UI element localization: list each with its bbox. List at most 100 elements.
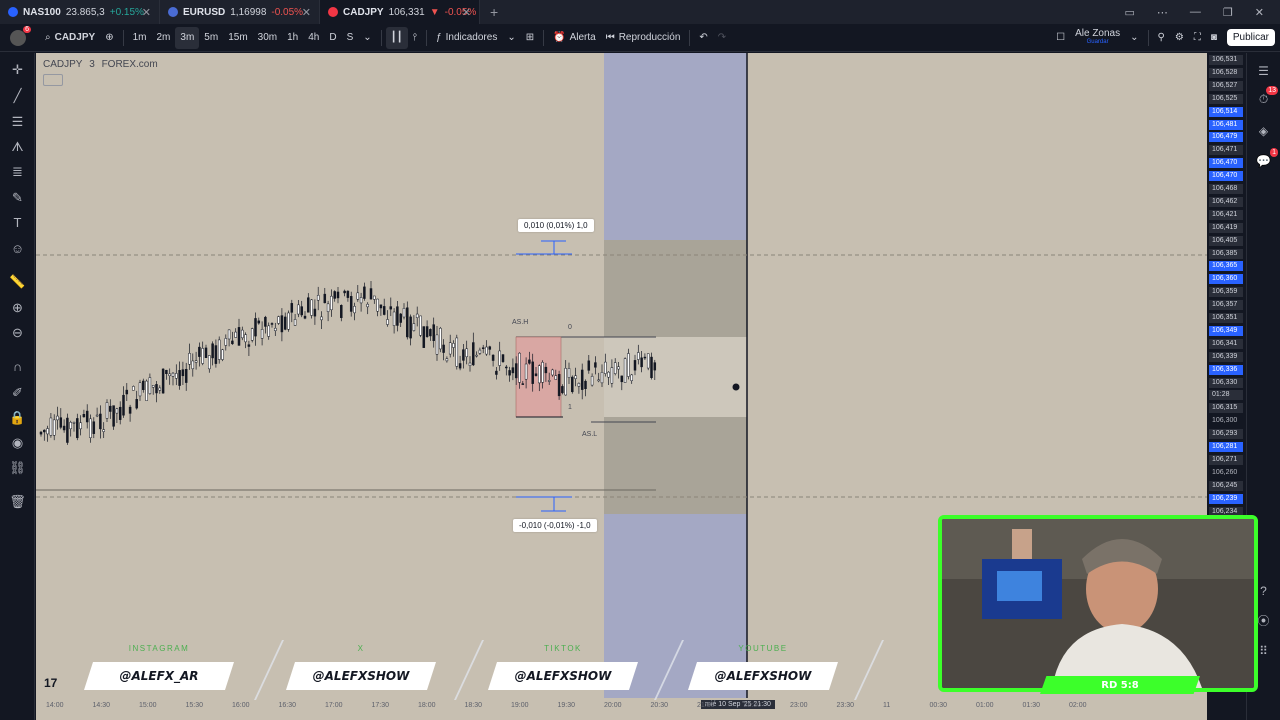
close-icon[interactable]: ✕ [462,6,471,19]
candle-body [646,353,650,369]
settings-gear-icon[interactable]: ⚙ [1170,27,1189,49]
new-tab-plus-icon[interactable]: + [480,4,508,20]
trendline-icon[interactable]: ╱ [9,87,26,104]
brush-icon[interactable]: ✎ [9,189,26,206]
ruler-icon[interactable]: 📏 [9,273,26,290]
minimize-icon[interactable]: — [1190,6,1201,18]
tab-change: +0.15% [109,6,144,18]
candle-body [363,286,366,299]
tab-symbol: NAS100 [23,6,61,18]
tab-cadjpy[interactable]: CADJPY 106,331 ▼ -0.05% ✕ [320,0,480,24]
timeframe-15m[interactable]: 15m [223,27,252,49]
candle-body [56,415,59,421]
candle-body [627,353,630,377]
candle-body [485,346,488,355]
candle-body [653,362,657,371]
chevron-down-icon[interactable]: ⌄ [1125,27,1143,49]
redo-icon[interactable]: ↷ [713,27,731,49]
candle-body [343,290,346,294]
legend-symbol: CADJPY [43,59,83,70]
price-label: 01:28 [1209,390,1243,401]
close-icon[interactable]: ✕ [142,6,151,19]
candles-icon[interactable]: ┃┃ [385,26,408,49]
templates-icon[interactable]: ⌄ [502,27,520,49]
x-title: X [357,644,365,653]
top-toolbar: 6 ⌕ CADJPY ⊕ 1m 2m 3m 5m 15m 30m 1h 4h D S ⌄ ┃┃ ⫯… [0,24,1280,52]
symbol-search[interactable]: ⌕ CADJPY [40,27,100,49]
magnet-icon[interactable]: ∩ [9,358,26,375]
layers-icon[interactable]: ◈ [1255,123,1272,140]
emoji-icon[interactable]: ☺ [9,240,26,257]
candle-body [270,323,274,325]
zoom-in-icon[interactable]: ⊕ [9,299,26,316]
timeframe-D[interactable]: D [324,27,341,49]
timeframe-1h[interactable]: 1h [282,27,303,49]
timeframe-2m[interactable]: 2m [151,27,175,49]
lock-icon[interactable]: 🔒 [9,409,26,426]
chart-type-icon[interactable]: ⫯ [408,27,422,49]
timeframe-4h[interactable]: 4h [303,27,324,49]
chevron-down-icon[interactable]: ⌄ [358,27,376,49]
price-label: 106,260 [1212,468,1238,476]
chat-icon[interactable]: 💬 1 [1255,148,1278,170]
layout-name-button[interactable]: Ale Zonas Guardar [1070,27,1125,49]
alerts-clock-icon[interactable]: ⏱ 13 [1255,86,1278,108]
replay-button[interactable]: ⏮ Reproducción [601,27,686,49]
candle-body [369,288,373,300]
fib-icon[interactable]: ≣ [9,163,26,180]
candle-body [211,343,214,359]
horizontal-lines-icon[interactable]: ☰ [9,113,26,130]
candle-body [643,356,647,359]
timeframe-1m[interactable]: 1m [128,27,152,49]
tab-nas100[interactable]: NAS100 23.865,3 +0.15% ✕ [0,0,160,24]
candle-body [264,316,267,327]
link-icon[interactable]: ⛓ [9,459,26,476]
candle-body [66,417,69,443]
maximize-icon[interactable]: ❐ [1223,6,1233,19]
alert-button[interactable]: ⏰ Alerta [548,27,601,49]
timeframe-3m[interactable]: 3m [175,26,200,49]
candle-body [89,418,92,438]
divider [543,29,545,46]
watchlist-icon[interactable]: ☰ [1255,63,1272,80]
timeframe-30m[interactable]: 30m [253,27,282,49]
zoom-out-icon[interactable]: ⊖ [9,324,26,341]
eye-icon[interactable]: ◉ [9,434,26,451]
timeframe-5m[interactable]: 5m [199,27,223,49]
tab-eurusd[interactable]: EURUSD 1,16998 -0.05% ✕ [160,0,320,24]
candle-body [171,372,175,377]
crosshair-icon[interactable]: ✛ [9,61,26,78]
price-label: 106,365 [1209,261,1243,272]
more-icon[interactable]: ⋯ [1157,6,1168,19]
candle-body [247,344,251,347]
candle-body [320,316,323,321]
indicators-button[interactable]: ƒ Indicadores [431,27,502,49]
user-avatar[interactable]: 6 [10,25,31,46]
legend-collapse-button[interactable] [43,74,63,86]
candle-body [214,345,218,364]
compare-plus-icon[interactable]: ⊕ [100,27,118,49]
trash-icon[interactable]: 🗑 [9,493,26,510]
candle-body [340,305,343,318]
camera-icon[interactable]: ◙ [1206,27,1222,49]
time-axis[interactable]: mié 10 Sep '25 21:30 14:00 14:30 15:00 15:3… [36,698,1207,720]
grid-icon[interactable]: ⊞ [521,27,539,49]
layout-icon[interactable]: ▭ [1125,6,1135,19]
layout-square-icon[interactable]: ☐ [1051,27,1070,49]
pitchfork-icon[interactable]: ᗑ [9,138,26,155]
text-icon[interactable]: T [9,214,26,231]
candle-body [313,308,317,317]
undo-icon[interactable]: ↶ [694,27,712,49]
candle-body [422,326,426,348]
close-icon[interactable]: ✕ [302,6,311,19]
candle-body [145,380,148,401]
candle-body [277,316,280,324]
timeframe-S[interactable]: S [342,27,359,49]
zone-box-lower [604,417,747,514]
quick-search-icon[interactable]: ⚲ [1153,27,1170,49]
fullscreen-icon[interactable]: ⛶ [1189,27,1206,49]
time-label: 22:30 [743,702,762,709]
lock-pencil-icon[interactable]: ✐ [9,384,26,401]
window-close-icon[interactable]: ✕ [1255,6,1264,19]
publish-button[interactable]: Publicar [1222,27,1280,49]
